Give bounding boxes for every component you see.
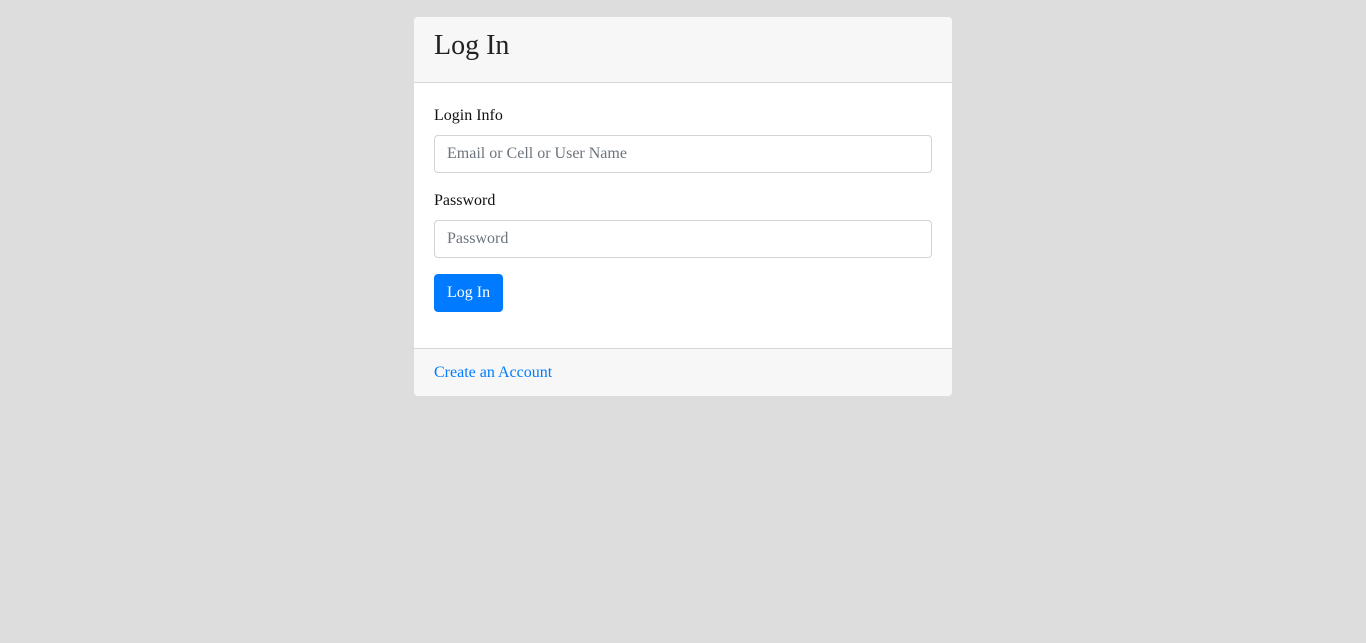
login-card: Log In Login Info Password Log In Create… [414, 17, 952, 396]
card-footer: Create an Account [414, 348, 952, 396]
log-in-button[interactable]: Log In [434, 274, 504, 312]
login-info-group: Login Info [434, 106, 932, 173]
create-account-link[interactable]: Create an Account [434, 364, 552, 381]
card-header: Log In [414, 17, 952, 83]
password-label: Password [434, 192, 496, 209]
login-form: Login Info Password Log In [414, 83, 952, 348]
password-group: Password [434, 191, 932, 258]
password-input[interactable] [434, 220, 932, 258]
login-info-input[interactable] [434, 135, 932, 173]
page-title: Log In [434, 30, 510, 61]
login-info-label: Login Info [434, 107, 503, 124]
